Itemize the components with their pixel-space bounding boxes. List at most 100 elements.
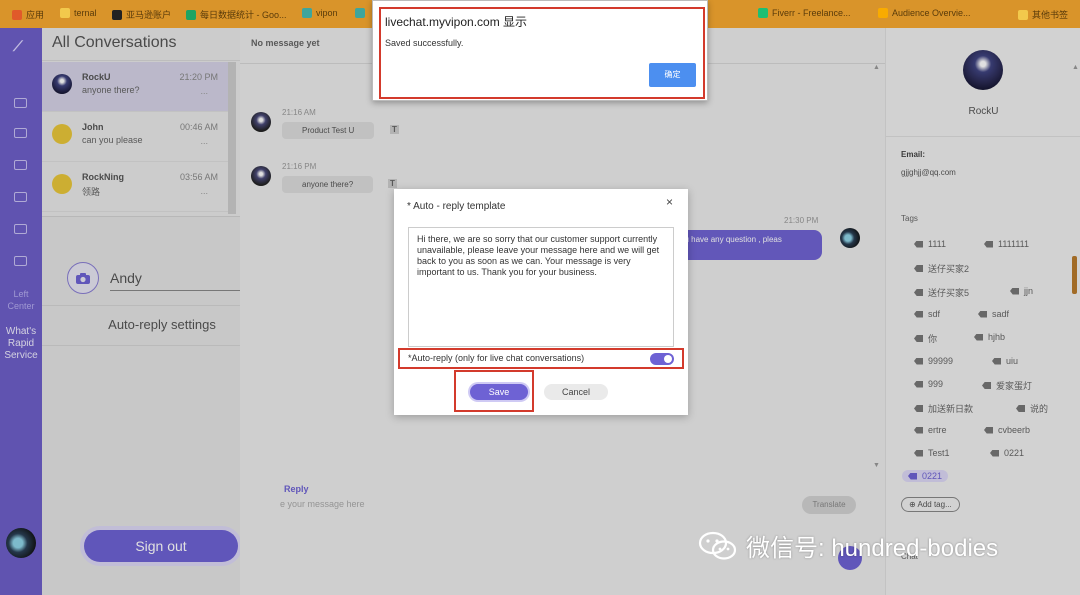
tag-item[interactable]: Test1 [914,448,950,458]
conversation-name: RockNing [82,172,125,182]
cancel-button[interactable]: Cancel [544,384,608,400]
tag-item[interactable]: cvbeerb [984,425,1030,435]
bookmark-other[interactable]: 其他书签 [1018,8,1068,21]
bookmark-label: Audience Overvie... [892,8,971,18]
close-icon[interactable]: × [666,195,673,209]
tag-icon [992,357,1001,365]
auto-reply-toggle[interactable] [650,353,674,365]
tag-item[interactable]: uiu [992,356,1018,366]
chat-status: No message yet [251,38,320,48]
divider [42,60,242,61]
tag-icon [1016,405,1025,412]
alert-ok-button[interactable]: 确定 [649,63,696,87]
tag-icon [1010,287,1019,295]
bookmark-amazon-account[interactable]: 亚马逊账户 [112,8,171,21]
bookmark-v[interactable] [355,8,369,18]
browser-alert-dialog: livechat.myvipon.com 显示 Saved successful… [372,0,708,101]
camera-icon[interactable] [67,262,99,294]
tag-item[interactable]: sdf [914,309,940,319]
tag-item[interactable]: 你 [914,332,937,345]
bookmark-fiverr[interactable]: Fiverr - Freelance... [758,8,851,18]
tag-item[interactable]: 1111111 [984,239,1029,249]
tag-icon [914,310,923,318]
tag-item[interactable]: 1111 [914,239,946,249]
conversation-message: anyone there? [82,85,140,95]
tag-item[interactable]: 99999 [914,356,953,366]
conversation-scrollbar[interactable] [228,62,236,214]
bookmark-audience[interactable]: Audience Overvie... [878,8,971,18]
conversation-time: 03:56 AM [179,172,218,182]
reply-tab[interactable]: Reply [284,484,309,494]
tag-item[interactable]: sadf [978,309,1009,319]
tag-item[interactable]: 爱家蛋灯 [982,379,1032,392]
tag-icon [914,380,923,388]
list-icon[interactable] [14,256,27,266]
translate-icon[interactable]: T [390,125,399,134]
folder-icon [60,8,70,18]
tag-label: 加送新日款 [928,404,974,414]
auto-reply-toggle-label: *Auto-reply (only for live chat conversa… [408,353,585,363]
apps-icon [12,9,22,20]
translate-button[interactable]: Translate [802,496,856,514]
save-button[interactable]: Save [470,384,528,400]
document-icon[interactable] [14,128,27,138]
conversation-time: 21:20 PM [179,72,218,82]
tag-item[interactable]: 0221 [990,448,1024,458]
app-logo-icon[interactable]: ⟋ [13,38,23,55]
bookmark-label: 其他书签 [1032,10,1069,20]
message-time: 21:16 PM [282,162,317,171]
translate-icon[interactable]: T [388,179,397,188]
alert-message: Saved successfully. [385,38,464,48]
conversation-more[interactable]: ... [200,136,208,146]
scroll-down-icon[interactable]: ▼ [873,462,880,469]
scroll-up-icon[interactable]: ▲ [873,64,880,71]
tag-icon [914,405,923,412]
tag-label: sadf [992,309,1010,319]
tag-icon [974,333,983,341]
tag-item[interactable]: 送仔买家2 [914,262,969,275]
conversations-title: All Conversations [52,34,177,51]
tag-label: hjhb [988,332,1006,342]
conversation-item[interactable]: RockU anyone there? 21:20 PM ... [42,62,228,112]
modal-title: * Auto - reply template [407,201,506,212]
customer-email: gjjghjj@qq.com [901,168,956,177]
add-tag-button[interactable]: ⊕ Add tag... [901,497,960,512]
tag-item[interactable]: jjn [1010,286,1033,296]
toggle-knob [664,355,672,363]
tag-item[interactable]: 送仔买家5 [914,286,969,299]
conversation-message: can you please [82,135,143,145]
scroll-up-icon[interactable]: ▲ [1072,64,1079,71]
tag-item[interactable]: 说的 [1016,402,1048,415]
nav-rapid-service[interactable]: What's Rapid Service [0,326,42,362]
contacts-icon[interactable] [14,160,27,170]
tag-item[interactable]: 999 [914,379,943,389]
tag-item[interactable]: hjhb [974,332,1005,342]
tag-item[interactable]: ertre [914,425,947,435]
tags-label: Tags [901,214,918,223]
tag-item-selected[interactable]: 0221 [902,470,949,482]
profile-scrollbar[interactable] [1072,256,1077,294]
mail-icon[interactable] [14,192,27,202]
reply-input[interactable]: e your message here [280,499,365,509]
nav-left-center[interactable]: Left Center [0,288,42,312]
bookmark-label: 每日数据统计 - Goo... [200,10,287,20]
left-nav: ⟋ Left Center What's Rapid Service [0,28,42,595]
bookmark-apps[interactable]: 应用 [12,8,44,21]
user-avatar[interactable] [6,528,36,558]
tag-label: uiu [1006,356,1019,366]
video-icon[interactable] [14,224,27,234]
tag-icon [984,426,993,434]
template-textarea[interactable]: Hi there, we are so sorry that our custo… [408,227,674,347]
conversation-item[interactable]: RockNing 领路 03:56 AM ... [42,162,228,212]
chat-icon[interactable] [14,98,27,108]
tag-label: 1111 [928,239,947,249]
conversation-more[interactable]: ... [200,186,208,196]
bookmark-vipon[interactable]: vipon [302,8,338,18]
sign-out-button[interactable]: Sign out [84,530,238,562]
bookmark-ternal[interactable]: ternal [60,8,97,18]
bookmark-daily-stats[interactable]: 每日数据统计 - Goo... [186,8,287,21]
agent-name-input[interactable] [110,265,242,291]
conversation-more[interactable]: ... [200,86,208,96]
conversation-item[interactable]: John can you please 00:46 AM ... [42,112,228,162]
tag-item[interactable]: 加送新日款 [914,402,973,415]
